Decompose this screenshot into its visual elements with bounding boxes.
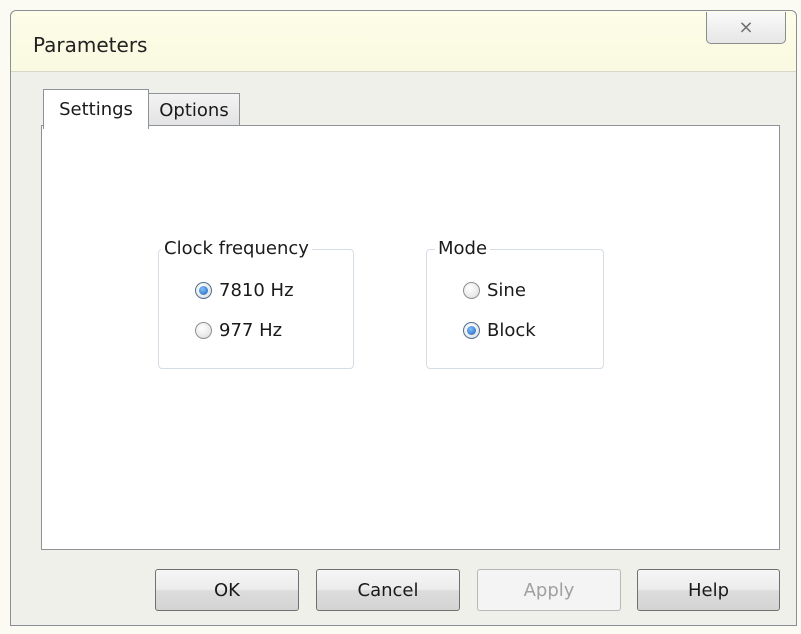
radio-block[interactable]: Block (463, 320, 536, 341)
help-button[interactable]: Help (637, 569, 780, 611)
close-button[interactable]: ⨯ (706, 12, 786, 44)
clock-frequency-legend: Clock frequency (161, 237, 312, 261)
clock-frequency-group: Clock frequency 7810 Hz 977 Hz (158, 237, 354, 369)
radio-sine[interactable]: Sine (463, 280, 526, 301)
radio-block-label: Block (487, 320, 536, 341)
apply-button-label: Apply (523, 579, 575, 601)
close-icon: ⨯ (738, 17, 754, 38)
radio-checked-icon (463, 322, 480, 339)
radio-977hz-label: 977 Hz (219, 320, 283, 341)
mode-legend: Mode (435, 237, 491, 261)
radio-checked-icon (195, 282, 212, 299)
radio-sine-label: Sine (487, 280, 526, 301)
tab-settings-label: Settings (59, 99, 133, 120)
radio-unchecked-icon (463, 282, 480, 299)
ok-button-label: OK (214, 579, 240, 601)
cancel-button-label: Cancel (357, 579, 419, 601)
tab-options[interactable]: Options (148, 93, 240, 127)
parameters-dialog: Parameters ⨯ Settings Options Clock freq… (10, 10, 797, 626)
radio-7810hz-label: 7810 Hz (219, 280, 294, 301)
radio-977hz[interactable]: 977 Hz (195, 320, 282, 341)
apply-button[interactable]: Apply (477, 569, 621, 611)
title-bar[interactable]: Parameters ⨯ (11, 11, 796, 72)
radio-unchecked-icon (195, 322, 212, 339)
help-button-label: Help (687, 579, 730, 601)
mode-group: Mode Sine Block (426, 237, 604, 369)
dialog-title: Parameters (33, 33, 148, 57)
tab-settings[interactable]: Settings (43, 89, 149, 129)
ok-button[interactable]: OK (155, 569, 299, 611)
cancel-button[interactable]: Cancel (316, 569, 460, 611)
tab-options-label: Options (159, 100, 229, 121)
radio-7810hz[interactable]: 7810 Hz (195, 280, 294, 301)
settings-tab-panel: Clock frequency 7810 Hz 977 Hz Mode Sine… (41, 125, 780, 550)
